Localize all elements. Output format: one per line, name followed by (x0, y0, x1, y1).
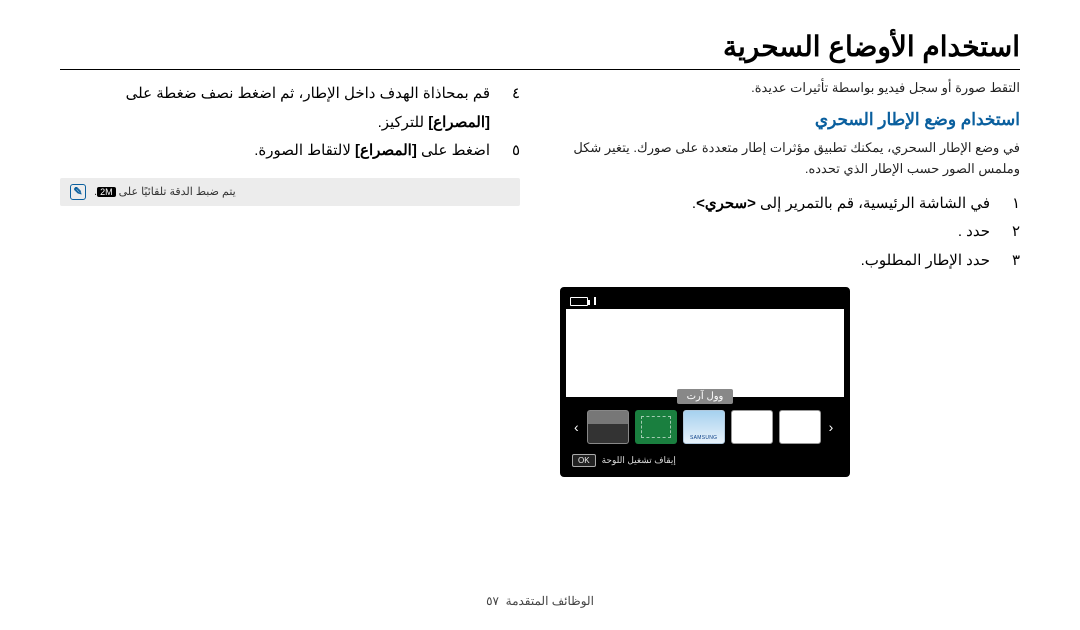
footer-page-number: ٥٧ (486, 594, 499, 608)
shutter-bold: [المصراع] (428, 114, 490, 131)
note-text-content: يتم ضبط الدقة تلقائيًا على (116, 186, 236, 198)
step-2: ٢ حدد . (560, 218, 1020, 247)
frame-thumbnail-strip: ‹ › (566, 404, 844, 450)
step-number: ١ (1004, 190, 1020, 219)
chevron-right-icon[interactable]: › (827, 419, 836, 435)
info-icon: ✎ (70, 184, 86, 200)
step-5: ٥ اضغط على [المصراع] لالتقاط الصورة. (60, 137, 520, 166)
section-subhead: استخدام وضع الإطار السحري (560, 110, 1020, 130)
step-post: لالتقاط الصورة. (254, 142, 355, 159)
frame-label: وول آرت (677, 389, 734, 404)
title-rule (60, 69, 1020, 70)
panel-off-label: إيقاف تشغيل اللوحة (602, 455, 676, 466)
ok-button[interactable]: OK (572, 454, 596, 467)
frame-thumb[interactable] (683, 410, 725, 444)
resolution-badge: 2M (97, 187, 116, 197)
device-status-bar (566, 293, 844, 309)
shutter-bold: [المصراع] (355, 142, 417, 159)
page-footer: الوظائف المتقدمة ٥٧ (0, 594, 1080, 608)
frame-thumb[interactable] (587, 410, 629, 444)
intro-text: التقط صورة أو سجل فيديو بواسطة تأثيرات ع… (560, 80, 1020, 96)
two-column-layout: ٤ قم بمحاذاة الهدف داخل الإطار، ثم اضغط … (60, 80, 1020, 477)
device-preview-area (566, 309, 844, 397)
step-number: ٣ (1004, 247, 1020, 276)
step-number: ٢ (1004, 218, 1020, 247)
step-pre: اضغط على (417, 142, 490, 159)
step-post: للتركيز. (378, 114, 429, 131)
left-column: ٤ قم بمحاذاة الهدف داخل الإطار، ثم اضغط … (60, 80, 520, 477)
page-title: استخدام الأوضاع السحرية (60, 30, 1020, 63)
step-text: حدد الإطار المطلوب. (560, 247, 990, 276)
step-text: اضغط على [المصراع] لالتقاط الصورة. (60, 137, 490, 166)
device-screenshot: وول آرت ‹ › إيقاف تشغيل اللوحة OK (560, 287, 850, 477)
battery-icon (570, 297, 588, 306)
magic-bold: <سحري> (696, 195, 756, 212)
frame-thumb[interactable] (731, 410, 773, 444)
right-column: التقط صورة أو سجل فيديو بواسطة تأثيرات ع… (560, 80, 1020, 477)
chevron-left-icon[interactable]: ‹ (572, 419, 581, 435)
step-text: في الشاشة الرئيسية، قم بالتمرير إلى <سحر… (560, 190, 990, 219)
device-bottom-bar: إيقاف تشغيل اللوحة OK (566, 450, 844, 471)
step-text: قم بمحاذاة الهدف داخل الإطار، ثم اضغط نص… (60, 80, 490, 137)
step-pre: حدد (962, 223, 990, 240)
section-description: في وضع الإطار السحري، يمكنك تطبيق مؤثرات… (560, 138, 1020, 180)
step-number: ٥ (504, 137, 520, 166)
step-number: ٤ (504, 80, 520, 109)
note-text: يتم ضبط الدقة تلقائيًا على 2M. (94, 185, 236, 198)
footer-section: الوظائف المتقدمة (506, 594, 594, 608)
step-text: حدد . (560, 218, 990, 247)
signal-icon (594, 297, 596, 305)
frame-thumb[interactable] (779, 410, 821, 444)
step-pre: قم بمحاذاة الهدف داخل الإطار، ثم اضغط نص… (126, 85, 490, 102)
note-box: يتم ضبط الدقة تلقائيًا على 2M. ✎ (60, 178, 520, 206)
frame-thumb[interactable] (635, 410, 677, 444)
step-pre: في الشاشة الرئيسية، قم بالتمرير إلى (756, 195, 990, 212)
step-4: ٤ قم بمحاذاة الهدف داخل الإطار، ثم اضغط … (60, 80, 520, 137)
step-pre: حدد الإطار المطلوب. (861, 252, 990, 269)
step-1: ١ في الشاشة الرئيسية، قم بالتمرير إلى <س… (560, 190, 1020, 219)
step-3: ٣ حدد الإطار المطلوب. (560, 247, 1020, 276)
